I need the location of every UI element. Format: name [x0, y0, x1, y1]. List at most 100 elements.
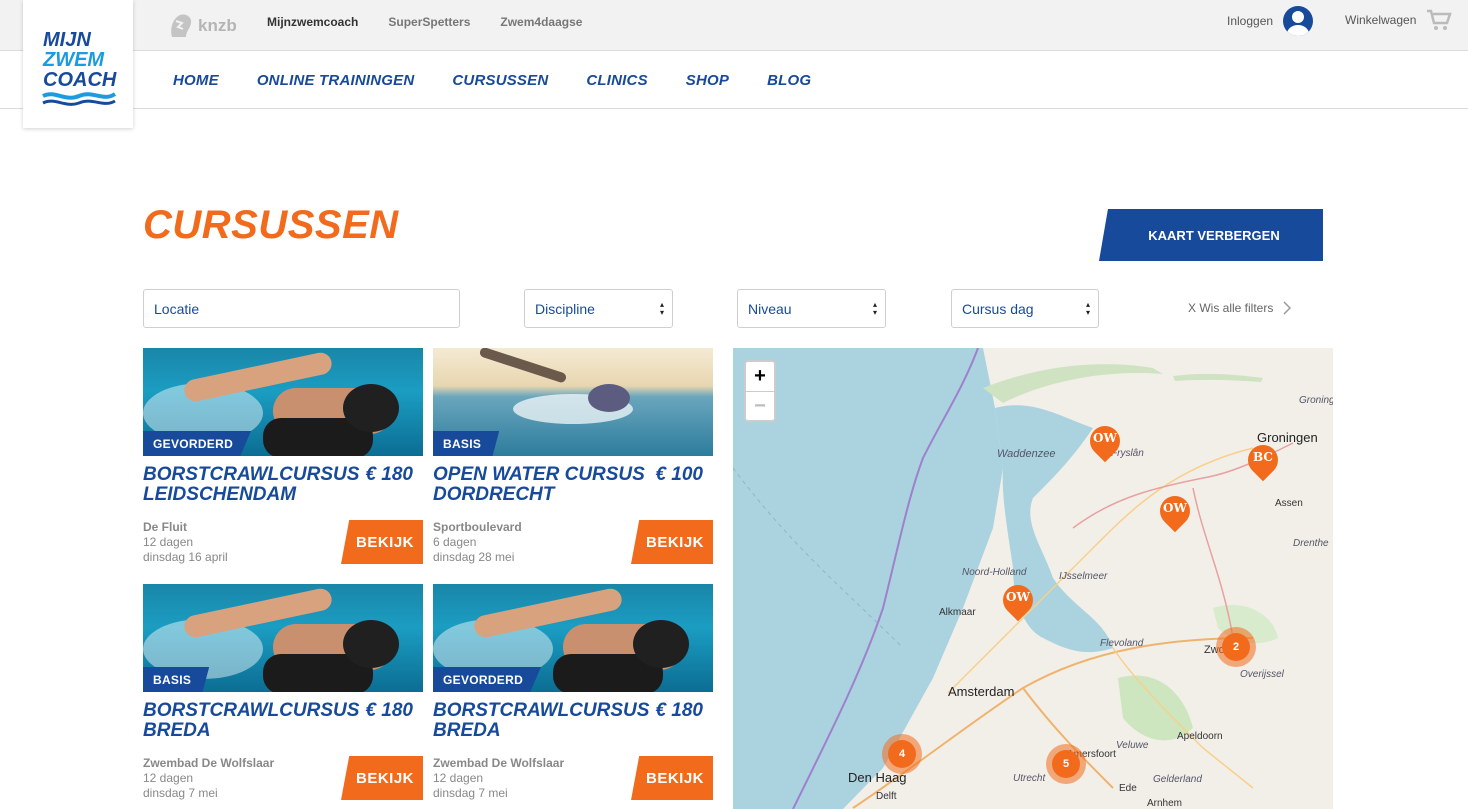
course-duration: 12 dagen	[143, 771, 194, 785]
site-logo[interactable]: MIJN ZWEM COACH	[23, 0, 133, 128]
knzb-label: knzb	[198, 16, 237, 35]
map-pin-bc[interactable]: BC	[1241, 438, 1285, 487]
login-label: Inloggen	[1227, 14, 1274, 28]
zoom-in-button[interactable]: +	[746, 362, 774, 391]
map-label: Groningen	[1257, 430, 1318, 445]
clear-filters-link[interactable]: X Wis alle filters	[1188, 301, 1292, 315]
map-label: Veluwe	[1116, 740, 1149, 751]
map-pin-label: OW	[1093, 431, 1117, 445]
map-label: Overijssel	[1240, 669, 1284, 680]
course-price: € 100	[655, 464, 703, 485]
logo-line-2: ZWEM	[43, 49, 105, 71]
course-title[interactable]: BORSTCRAWLCURSUS BREDA	[433, 701, 649, 741]
map-cluster[interactable]: 4	[882, 734, 922, 774]
top-bar: knzb Mijnzwemcoach SuperSpetters Zwem4da…	[0, 0, 1468, 51]
map-label: Delft	[876, 791, 897, 802]
level-select[interactable]: Niveau	[737, 289, 886, 328]
clear-filters-label: X Wis alle filters	[1188, 301, 1274, 315]
course-duration: 12 dagen	[433, 771, 484, 785]
course-image[interactable]: GEVORDERD	[433, 584, 713, 692]
logo-line-3: COACH	[43, 69, 117, 91]
map-pin-ow[interactable]: OW	[1083, 419, 1127, 468]
course-date: dinsdag 7 mei	[433, 786, 508, 800]
site-link-superspetters[interactable]: SuperSpetters	[388, 15, 470, 29]
day-select-value: Cursus dag	[962, 300, 1034, 317]
map-label: Ede	[1119, 783, 1137, 794]
map-label: Utrecht	[1013, 773, 1046, 784]
course-title[interactable]: OPEN WATER CURSUS DORDRECHT	[433, 465, 648, 505]
nav-blog[interactable]: BLOG	[767, 72, 811, 89]
nav-shop[interactable]: SHOP	[686, 72, 729, 89]
chevron-right-icon	[1283, 301, 1292, 315]
course-title[interactable]: BORSTCRAWLCURSUS LEIDSCHENDAM	[143, 465, 359, 505]
nav-cursussen[interactable]: CURSUSSEN	[452, 72, 548, 89]
course-venue: De Fluit	[143, 520, 187, 534]
map-pin-ow[interactable]: OW	[1153, 489, 1197, 538]
course-date: dinsdag 28 mei	[433, 550, 515, 564]
level-select-value: Niveau	[748, 300, 792, 317]
course-card: GEVORDERD BORSTCRAWLCURSUS BREDA € 180 Z…	[433, 584, 713, 804]
course-card: BASIS OPEN WATER CURSUS DORDRECHT € 100 …	[433, 348, 713, 568]
location-input[interactable]: Locatie	[143, 289, 460, 328]
cart-label: Winkelwagen	[1345, 13, 1417, 27]
view-course-button[interactable]: BEKIJK	[631, 756, 713, 800]
map-base	[733, 348, 1333, 809]
discipline-select-value: Discipline	[535, 300, 595, 317]
course-venue: Zwembad De Wolfslaar	[433, 756, 565, 770]
knzb-link[interactable]: knzb	[168, 11, 237, 41]
hide-map-button[interactable]: KAART VERBERGEN	[1099, 209, 1323, 261]
zoom-out-button[interactable]: −	[746, 391, 774, 420]
level-badge: GEVORDERD	[143, 431, 252, 456]
course-map[interactable]: + − Waddenzee Groningen Groningen Assen …	[733, 348, 1333, 809]
level-badge: GEVORDERD	[433, 667, 542, 692]
course-date: dinsdag 16 april	[143, 550, 228, 564]
map-label: Groningen	[1299, 395, 1333, 406]
nav-clinics[interactable]: CLINICS	[586, 72, 647, 89]
map-label: Noord-Holland	[962, 567, 1027, 578]
map-pin-label: OW	[1006, 590, 1030, 604]
map-cluster-count: 2	[1222, 633, 1250, 661]
course-price: € 180	[655, 700, 703, 721]
map-cluster-count: 4	[888, 740, 916, 768]
course-duration: 6 dagen	[433, 535, 477, 549]
user-icon	[1283, 6, 1314, 36]
map-label: Arnhem	[1147, 798, 1183, 809]
site-link-mijnzwemcoach[interactable]: Mijnzwemcoach	[267, 15, 358, 29]
map-label: Drenthe	[1293, 538, 1329, 549]
view-course-button[interactable]: BEKIJK	[341, 520, 423, 564]
course-image[interactable]: GEVORDERD	[143, 348, 423, 456]
site-link-zwem4daagse[interactable]: Zwem4daagse	[500, 15, 582, 29]
view-course-button[interactable]: BEKIJK	[341, 756, 423, 800]
site-switcher: Mijnzwemcoach SuperSpetters Zwem4daagse	[267, 15, 582, 29]
course-venue: Zwembad De Wolfslaar	[143, 756, 275, 770]
zoom-control: + −	[744, 360, 776, 422]
map-label: Amsterdam	[948, 684, 1015, 699]
map-label: Waddenzee	[997, 448, 1056, 460]
map-cluster[interactable]: 2	[1216, 627, 1256, 667]
map-pin-label: BC	[1253, 450, 1273, 464]
map-pin-ow[interactable]: OW	[996, 578, 1040, 627]
nav-online-trainingen[interactable]: ONLINE TRAININGEN	[257, 72, 415, 89]
nav-home[interactable]: HOME	[173, 72, 219, 89]
discipline-select[interactable]: Discipline	[524, 289, 673, 328]
course-price: € 180	[365, 464, 413, 485]
course-price: € 180	[365, 700, 413, 721]
course-card: BASIS BORSTCRAWLCURSUS BREDA € 180 Zwemb…	[143, 584, 423, 804]
page-title: CURSUSSEN	[143, 203, 399, 247]
logo-line-1: MIJN	[43, 29, 91, 51]
level-badge: BASIS	[433, 431, 500, 456]
course-date: dinsdag 7 mei	[143, 786, 218, 800]
course-image[interactable]: BASIS	[433, 348, 713, 456]
day-select[interactable]: Cursus dag	[951, 289, 1099, 328]
view-course-button[interactable]: BEKIJK	[631, 520, 713, 564]
map-cluster[interactable]: 5	[1046, 744, 1086, 784]
cart-link[interactable]: Winkelwagen	[1345, 8, 1453, 32]
map-label: Gelderland	[1153, 774, 1202, 785]
login-link[interactable]: Inloggen	[1227, 6, 1314, 36]
course-title[interactable]: BORSTCRAWLCURSUS BREDA	[143, 701, 359, 741]
map-label: Apeldoorn	[1177, 731, 1223, 742]
course-venue: Sportboulevard	[433, 520, 522, 534]
logo-wordmark: MIJN ZWEM COACH	[43, 30, 116, 90]
main-navigation: HOME ONLINE TRAININGEN CURSUSSEN CLINICS…	[0, 51, 1468, 109]
course-image[interactable]: BASIS	[143, 584, 423, 692]
